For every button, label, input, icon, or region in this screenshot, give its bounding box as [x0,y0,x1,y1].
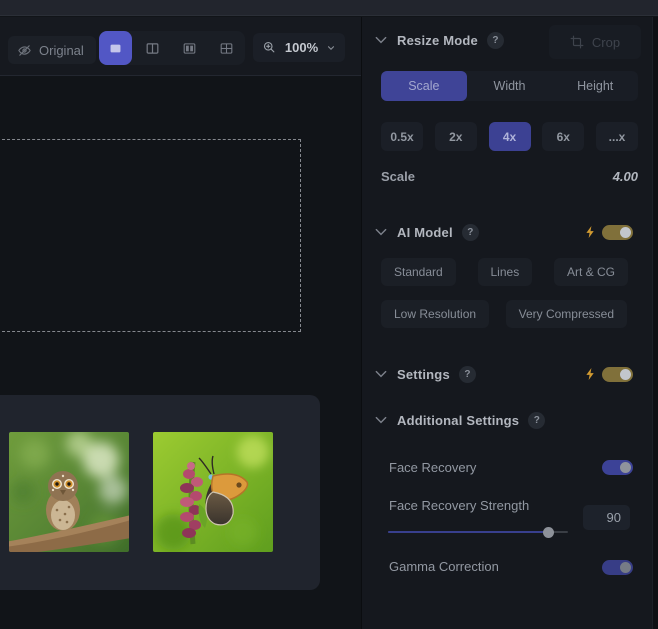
canvas-area [0,77,361,629]
section-header-ai-model[interactable]: AI Model ? [374,223,479,241]
scale-multiplier-group: 0.5x 2x 4x 6x ...x [381,122,638,151]
thumbnail-butterfly-photo[interactable] [153,432,273,552]
chevron-down-icon [374,35,388,45]
resize-tabs: Scale Width Height [381,71,638,101]
eye-off-icon [17,43,32,58]
gamma-correction-label: Gamma Correction [389,559,499,575]
ai-model-buttons-row1: Standard Lines Art & CG [381,258,628,286]
window-top-bar [0,0,658,16]
help-badge[interactable]: ? [487,32,504,49]
view-toolbar: Original [0,17,361,76]
scale-label: Scale [381,169,415,184]
editor-region: Original [0,17,361,629]
view-split-button[interactable] [136,31,169,65]
model-lines-button[interactable]: Lines [478,258,533,286]
tab-width[interactable]: Width [467,71,553,101]
help-badge[interactable]: ? [459,366,476,383]
zoom-control[interactable]: 100% [253,33,345,62]
section-title: AI Model [397,225,453,240]
gamma-correction-toggle[interactable] [602,560,633,575]
chevron-down-icon [374,415,388,425]
toggle-knob [620,227,631,238]
section-title: Additional Settings [397,413,519,428]
magnifier-plus-icon [262,40,277,55]
section-header-settings[interactable]: Settings ? [374,365,476,383]
slider-fill [388,531,548,533]
model-art-cg-button[interactable]: Art & CG [554,258,628,286]
model-low-resolution-button[interactable]: Low Resolution [381,300,489,328]
settings-boost-toggle[interactable] [602,367,633,382]
tab-scale[interactable]: Scale [381,71,467,101]
crop-button[interactable]: Crop [549,25,641,59]
section-header-resize-mode[interactable]: Resize Mode ? [374,31,504,49]
model-standard-button[interactable]: Standard [381,258,456,286]
side-by-side-view-icon [181,40,198,57]
toggle-knob [620,369,631,380]
multiplier-custom-button[interactable]: ...x [596,122,638,151]
section-title: Settings [397,367,450,382]
chevron-down-icon [326,43,336,53]
face-recovery-strength-slider[interactable] [388,526,568,538]
chevron-down-icon [374,227,388,237]
view-mode-group [99,31,245,65]
ai-model-header-controls [585,223,633,241]
ai-model-buttons-row2: Low Resolution Very Compressed [381,300,627,328]
toggle-knob [620,462,631,473]
model-very-compressed-button[interactable]: Very Compressed [506,300,627,328]
tab-height[interactable]: Height [552,71,638,101]
split-view-icon [144,40,161,57]
thumbnail-owl-photo[interactable] [9,432,129,552]
multiplier-4x-button[interactable]: 4x [489,122,531,151]
grid-view-icon [218,40,235,57]
face-recovery-strength-value[interactable]: 90 [583,505,630,530]
original-label: Original [39,43,84,58]
panel-right-edge [652,17,658,629]
lightning-bolt-icon [585,225,596,239]
multiplier-6x-button[interactable]: 6x [542,122,584,151]
scale-value: 4.00 [613,169,638,184]
settings-header-controls [585,365,633,383]
selection-dashed-region[interactable] [0,139,301,332]
lightning-bolt-icon [585,367,596,381]
section-header-additional-settings[interactable]: Additional Settings ? [374,411,545,429]
zoom-level-value: 100% [285,40,318,55]
single-view-icon [107,40,124,57]
slider-thumb[interactable] [543,527,554,538]
multiplier-2x-button[interactable]: 2x [435,122,477,151]
crop-label: Crop [592,35,620,50]
chevron-down-icon [374,369,388,379]
view-single-button[interactable] [99,31,132,65]
toggle-knob [620,562,631,573]
face-recovery-label: Face Recovery [389,460,476,476]
section-title: Resize Mode [397,33,478,48]
face-recovery-toggle[interactable] [602,460,633,475]
settings-panel: Resize Mode ? Crop Scale Width Height 0.… [362,17,652,629]
original-preview-button[interactable]: Original [8,36,96,64]
view-grid-button[interactable] [210,31,243,65]
filmstrip-panel [0,395,320,590]
view-side-by-side-button[interactable] [173,31,206,65]
help-badge[interactable]: ? [462,224,479,241]
crop-icon [570,35,584,49]
scale-value-row: Scale 4.00 [381,167,638,185]
ai-model-boost-toggle[interactable] [602,225,633,240]
face-recovery-strength-label: Face Recovery Strength [389,498,529,514]
help-badge[interactable]: ? [528,412,545,429]
app-window: Original [0,0,658,629]
multiplier-0-5x-button[interactable]: 0.5x [381,122,423,151]
